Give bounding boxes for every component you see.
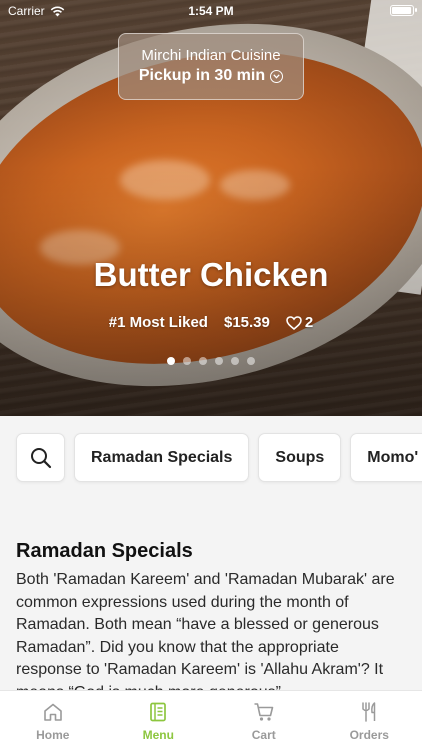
heart-icon (286, 315, 302, 330)
tab-menu[interactable]: Menu (106, 691, 212, 750)
tab-orders[interactable]: Orders (317, 691, 422, 750)
section-title: Ramadan Specials (16, 540, 193, 562)
carousel-dot[interactable] (215, 357, 223, 365)
like-button[interactable]: 2 (286, 314, 313, 331)
category-chip[interactable]: Momo' (350, 433, 422, 482)
category-chip[interactable]: Soups (258, 433, 342, 482)
status-bar: Carrier 1:54 PM (0, 0, 422, 22)
carousel-dot[interactable] (231, 357, 239, 365)
pickup-time: Pickup in 30 min (138, 67, 266, 84)
carousel-dot[interactable] (183, 357, 191, 365)
carousel-dot[interactable] (247, 357, 255, 365)
category-chip[interactable]: Ramadan Specials (74, 433, 250, 482)
carousel-dot[interactable] (167, 357, 175, 365)
category-bar: Ramadan Specials Soups Momo' (0, 416, 422, 500)
restaurant-name: Mirchi Indian Cuisine (141, 47, 281, 64)
dish-meta: #1 Most Liked $15.39 2 (0, 314, 422, 331)
menu-icon (150, 702, 167, 722)
cart-icon (254, 703, 274, 721)
menu-section: Ramadan Specials Both 'Ramadan Kareem' a… (16, 540, 408, 690)
dish-price: $15.39 (223, 314, 270, 331)
clock: 1:54 PM (188, 4, 234, 18)
search-icon (30, 447, 51, 468)
featured-dish-hero[interactable]: Carrier 1:54 PM Mirchi Indian Cuisine Pi… (0, 0, 422, 416)
like-count: 2 (304, 314, 314, 331)
tab-label: Menu (142, 728, 174, 742)
app-screen: Carrier 1:54 PM Mirchi Indian Cuisine Pi… (0, 0, 422, 750)
section-description: Both 'Ramadan Kareem' and 'Ramadan Mubar… (16, 571, 395, 690)
tab-label: Orders (349, 728, 389, 742)
battery-icon (390, 5, 417, 16)
tab-label: Cart (251, 728, 276, 742)
tab-home[interactable]: Home (0, 691, 106, 750)
dish-title: Butter Chicken (93, 256, 329, 293)
tab-cart[interactable]: Cart (211, 691, 317, 750)
home-icon (43, 703, 62, 721)
carousel-pagination[interactable] (0, 357, 422, 365)
utensils-icon (362, 702, 376, 722)
pickup-selector[interactable]: Mirchi Indian Cuisine Pickup in 30 min (118, 33, 304, 100)
dish-rank: #1 Most Liked (108, 314, 208, 331)
search-button[interactable] (16, 433, 65, 482)
chevron-down-circle-icon (270, 69, 284, 83)
carousel-dot[interactable] (199, 357, 207, 365)
tab-bar: Home Menu Cart Orders (0, 690, 422, 750)
tab-label: Home (36, 728, 70, 742)
